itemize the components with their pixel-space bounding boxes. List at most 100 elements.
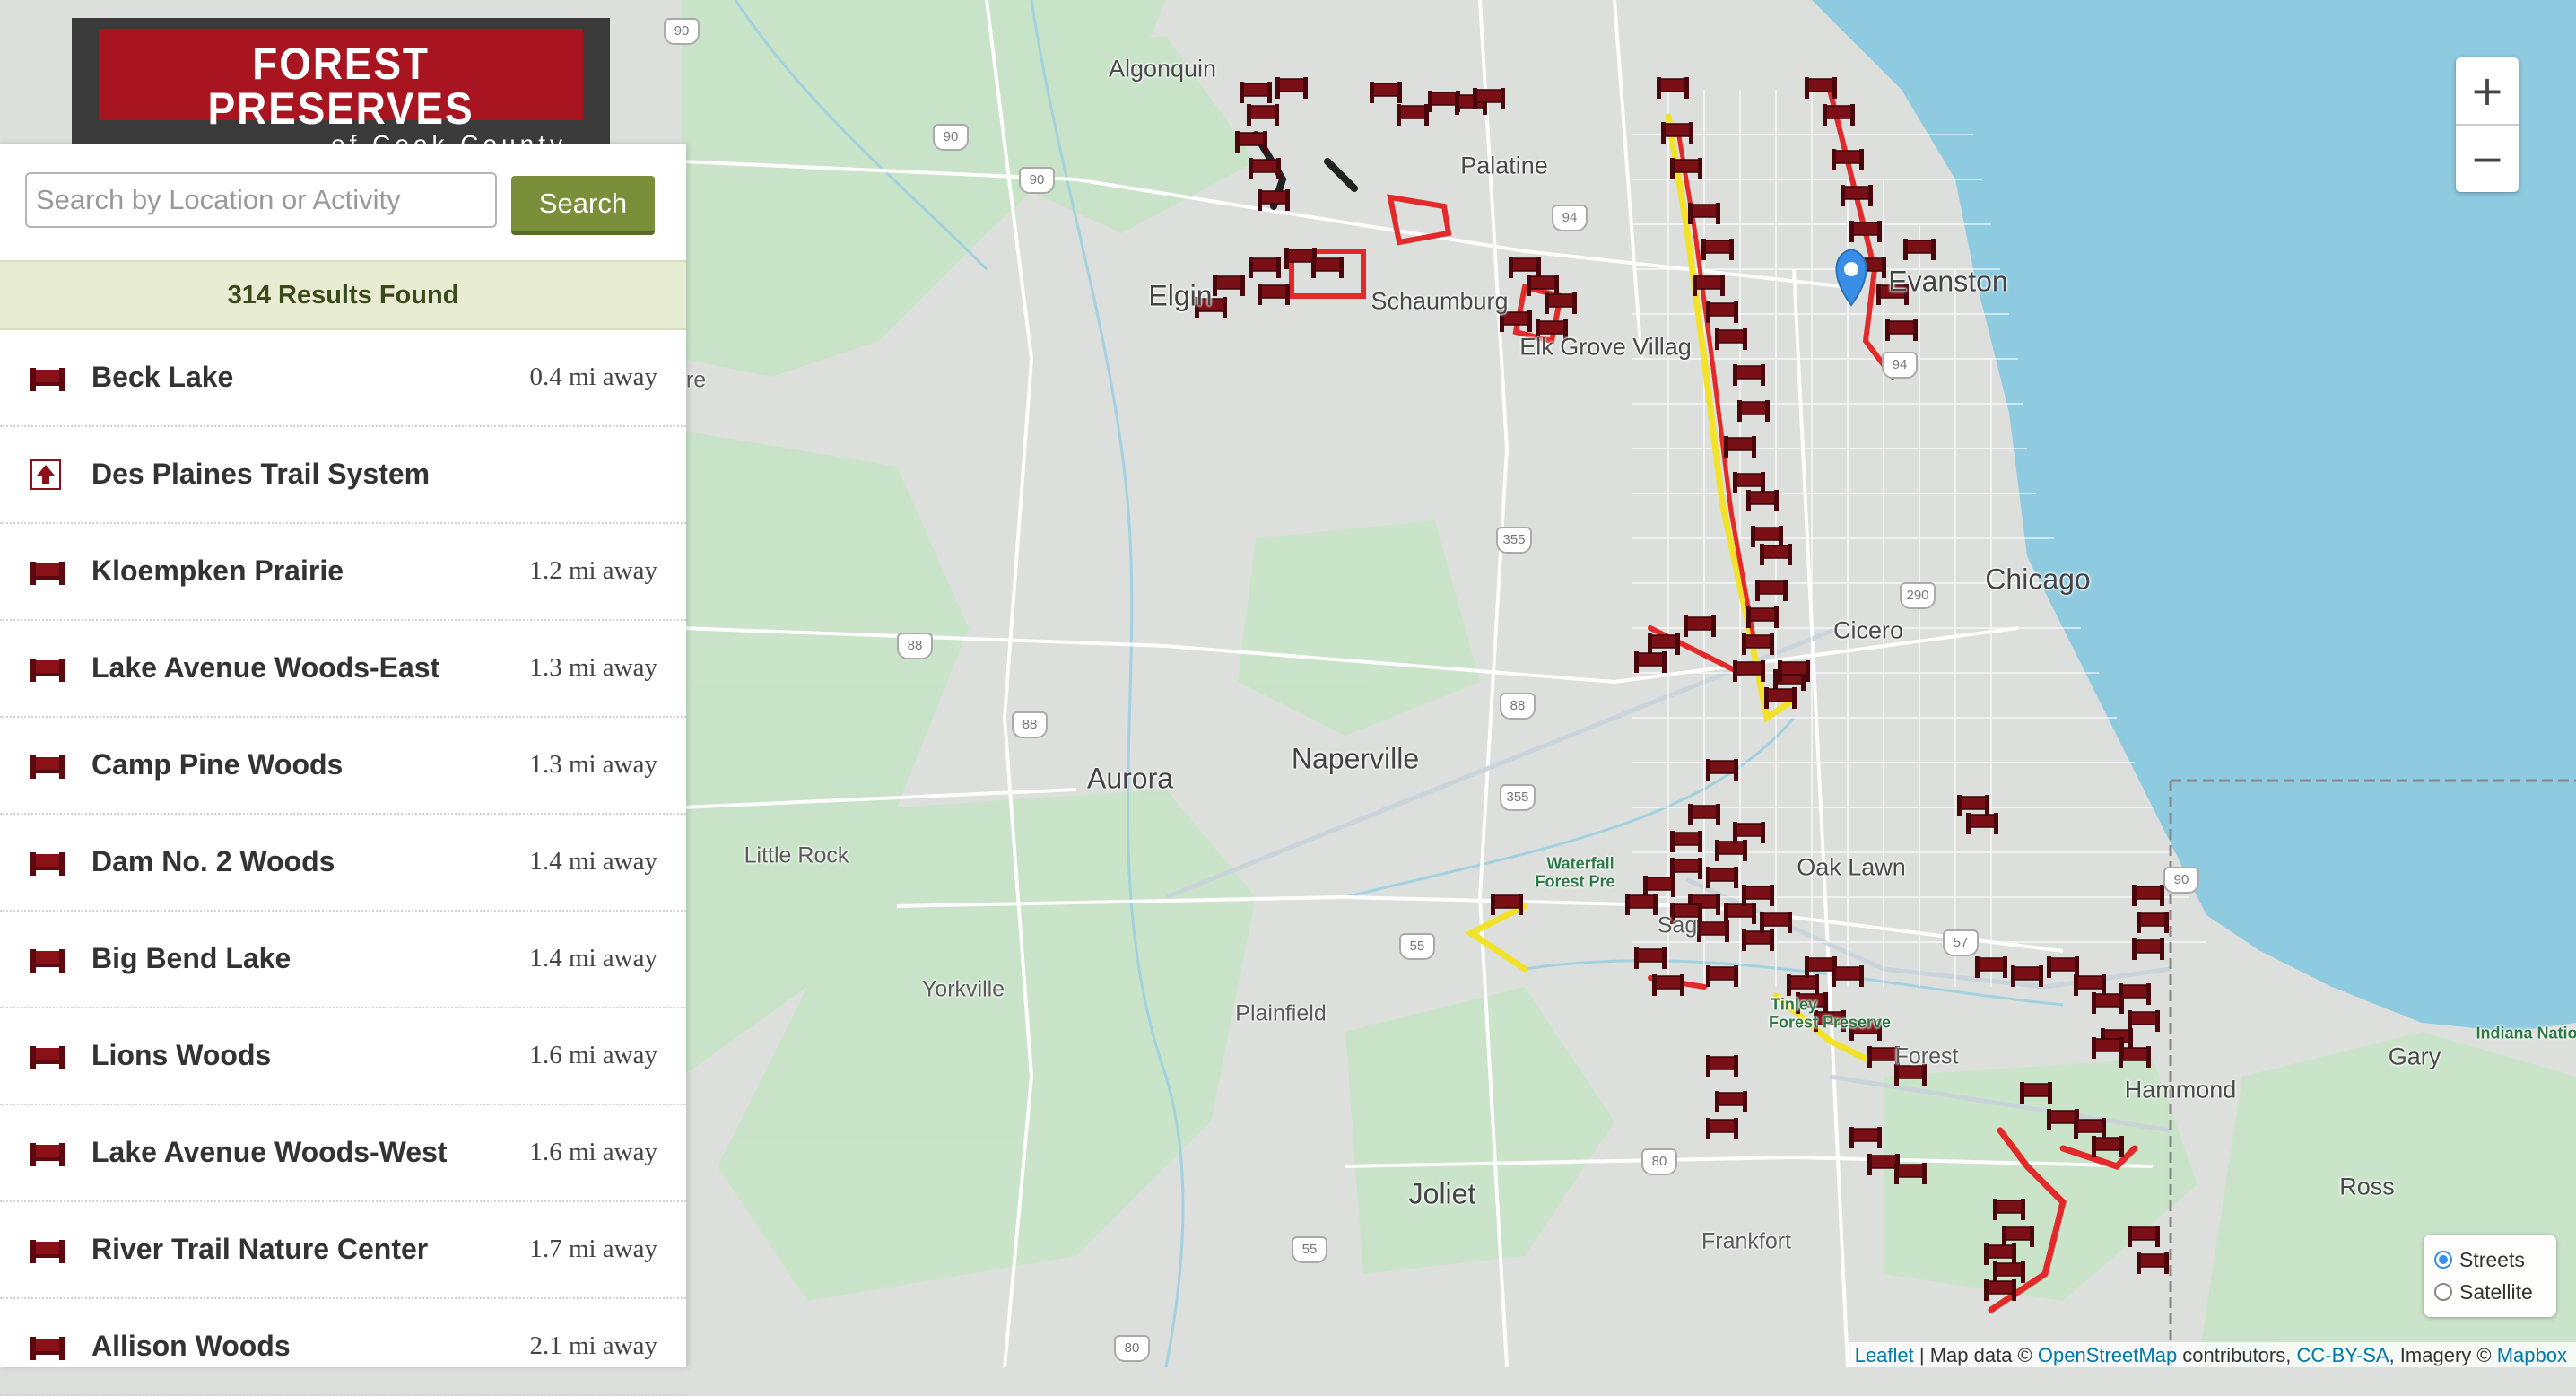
- label-waterfall-fp: Forest Pre: [1535, 872, 1615, 891]
- result-item[interactable]: River Trail Nature Center 1.7 mi away: [0, 1202, 686, 1299]
- road-shield: 90: [2163, 867, 2199, 894]
- bench-icon: [29, 1238, 66, 1265]
- layer-streets-label: Streets: [2459, 1247, 2525, 1271]
- result-item[interactable]: Lake Avenue Woods-East 1.3 mi away: [0, 621, 686, 718]
- label-schaumburg: Schaumburg: [1371, 287, 1509, 315]
- label-little-rock: Little Rock: [744, 842, 849, 868]
- result-name: Dam No. 2 Woods: [91, 845, 335, 877]
- result-item[interactable]: Des Plaines Trail System: [0, 427, 686, 524]
- bench-icon: [29, 1044, 66, 1071]
- result-name: Allison Woods: [91, 1330, 291, 1362]
- result-distance: 2.1 mi away: [529, 1331, 657, 1360]
- bench-icon: [29, 1335, 66, 1362]
- layer-satellite-option[interactable]: Satellite: [2434, 1276, 2546, 1308]
- road-shield: 57: [1943, 929, 1979, 956]
- search-button[interactable]: Search: [511, 176, 655, 235]
- label-algonquin: Algonquin: [1108, 55, 1217, 83]
- result-item[interactable]: Kloempken Prairie 1.2 mi away: [0, 524, 686, 621]
- result-distance: 1.4 mi away: [529, 847, 657, 876]
- result-item[interactable]: Camp Pine Woods 1.3 mi away: [0, 718, 686, 815]
- results-panel: Search by Location or Activity Search 31…: [0, 144, 686, 1396]
- road-shield: 94: [1882, 352, 1918, 379]
- logo-subtitle: of Cook County: [331, 130, 567, 158]
- streets-radio[interactable]: [2434, 1251, 2452, 1269]
- label-hammond: Hammond: [2124, 1076, 2237, 1104]
- bench-icon: [29, 851, 66, 877]
- result-item[interactable]: Big Bend Lake 1.4 mi away: [0, 912, 686, 1008]
- result-distance: 1.3 mi away: [529, 750, 657, 779]
- zoom-in-button[interactable]: +: [2456, 57, 2519, 126]
- label-indiana-national: Indiana National: [2476, 1024, 2576, 1043]
- result-distance: 1.4 mi away: [529, 944, 657, 973]
- label-plainfield: Plainfield: [1235, 1000, 1327, 1026]
- logo-title: FOREST PRESERVES: [207, 39, 474, 134]
- forest-preserves-logo[interactable]: FOREST PRESERVES of Cook County: [72, 18, 610, 158]
- license-link[interactable]: CC-BY-SA: [2296, 1344, 2389, 1366]
- road-shield: 88: [897, 633, 933, 659]
- layer-streets-option[interactable]: Streets: [2434, 1243, 2546, 1276]
- result-item[interactable]: Allison Woods 2.1 mi away: [0, 1299, 686, 1396]
- road-shield: 88: [1500, 693, 1536, 720]
- road-shield: 80: [1114, 1335, 1150, 1362]
- result-distance: 1.6 mi away: [529, 1041, 657, 1069]
- road-shield: 90: [1019, 167, 1055, 194]
- zoom-out-button[interactable]: −: [2456, 126, 2519, 192]
- result-name: Lions Woods: [91, 1039, 272, 1071]
- road-shield: 55: [1399, 933, 1435, 960]
- road-shield: 90: [933, 124, 969, 151]
- bench-icon: [29, 1141, 66, 1168]
- attribution-text-3: , Imagery ©: [2389, 1344, 2497, 1366]
- result-distance: 1.6 mi away: [529, 1138, 657, 1166]
- label-elgin: Elgin: [1148, 279, 1213, 312]
- bench-icon: [29, 947, 66, 974]
- label-aurora: Aurora: [1086, 762, 1174, 795]
- layer-control: Streets Satellite: [2424, 1235, 2556, 1317]
- results-list: Beck Lake 0.4 mi away Des Plaines Trail Sy…: [0, 330, 686, 1396]
- label-oak-lawn: Oak Lawn: [1797, 853, 1906, 881]
- satellite-radio[interactable]: [2434, 1283, 2452, 1301]
- label-palatine: Palatine: [1460, 152, 1548, 179]
- road-shield: 80: [1641, 1148, 1677, 1175]
- label-forest: Forest: [1894, 1043, 1959, 1069]
- label-naperville: Naperville: [1291, 742, 1420, 775]
- search-input[interactable]: Search by Location or Activity: [25, 172, 497, 228]
- label-sag: Sag: [1657, 912, 1698, 938]
- label-tinley: Tinley: [1771, 995, 1817, 1014]
- label-gary: Gary: [2388, 1043, 2441, 1070]
- label-ross: Ross: [2339, 1173, 2395, 1200]
- bench-icon: [29, 754, 66, 781]
- results-count: 314 Results Found: [0, 260, 686, 330]
- leaflet-link[interactable]: Leaflet: [1855, 1344, 1914, 1366]
- result-item[interactable]: Dam No. 2 Woods 1.4 mi away: [0, 815, 686, 912]
- logo-banner: FOREST PRESERVES of Cook County: [99, 29, 583, 158]
- result-item[interactable]: Lake Avenue Woods-West 1.6 mi away: [0, 1105, 686, 1202]
- result-distance: 1.7 mi away: [529, 1235, 657, 1263]
- layer-satellite-label: Satellite: [2459, 1279, 2533, 1304]
- road-shield: 88: [1012, 711, 1048, 738]
- bench-icon: [29, 366, 66, 393]
- label-tinley-forest-preserve: Forest Preserve: [1768, 1013, 1892, 1032]
- map-attribution: Leaflet | Map data © OpenStreetMap contr…: [1845, 1342, 2576, 1367]
- result-name: Camp Pine Woods: [91, 748, 344, 781]
- road-shield: 355: [1500, 784, 1536, 811]
- result-distance: 1.3 mi away: [529, 653, 657, 682]
- result-name: Lake Avenue Woods-East: [91, 651, 440, 684]
- result-name: River Trail Nature Center: [91, 1233, 429, 1265]
- attribution-text-2: contributors,: [2177, 1344, 2297, 1366]
- result-name: Kloempken Prairie: [91, 554, 344, 587]
- result-name: Beck Lake: [91, 361, 234, 393]
- mapbox-link[interactable]: Mapbox: [2497, 1344, 2567, 1366]
- osm-link[interactable]: OpenStreetMap: [2038, 1344, 2177, 1366]
- trail-arrow-icon: [30, 459, 68, 490]
- bench-icon: [29, 560, 66, 587]
- label-edge: re: [685, 367, 707, 393]
- road-shield: 355: [1496, 527, 1532, 554]
- road-shield: 55: [1292, 1236, 1327, 1263]
- result-name: Big Bend Lake: [91, 942, 292, 974]
- result-item[interactable]: Beck Lake 0.4 mi away: [0, 330, 686, 427]
- road-shield: 290: [1900, 582, 1936, 609]
- label-frankfort: Frankfort: [1701, 1228, 1792, 1254]
- result-item[interactable]: Lions Woods 1.6 mi away: [0, 1008, 686, 1105]
- label-elk-grove: Elk Grove Villag: [1519, 333, 1692, 361]
- label-cicero: Cicero: [1832, 616, 1904, 644]
